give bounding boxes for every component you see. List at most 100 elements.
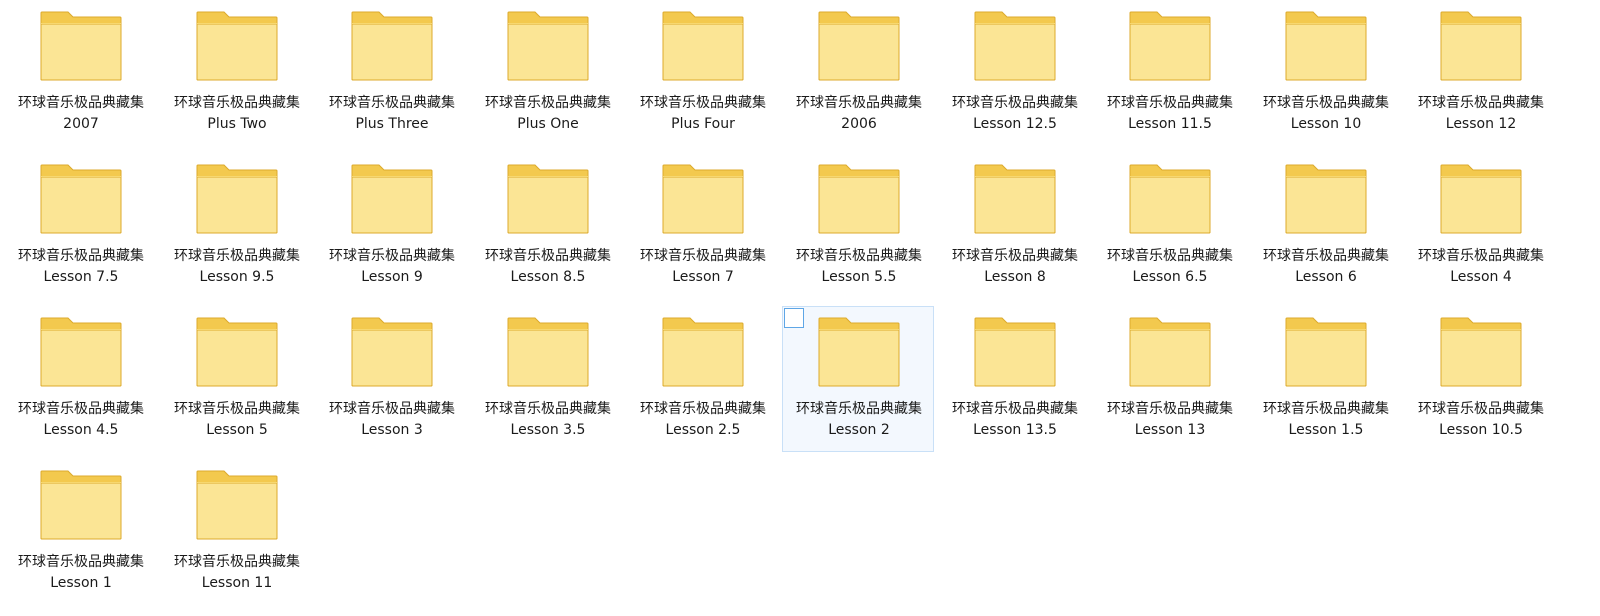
folder-item[interactable]: 环球音乐极品典藏集 2006 (782, 0, 934, 146)
folder-item[interactable]: 环球音乐极品典藏集 Lesson 3 (315, 306, 467, 452)
folder-label: 环球音乐极品典藏集 Lesson 1 (5, 552, 157, 594)
folder-item[interactable]: 环球音乐极品典藏集 Lesson 9.5 (160, 153, 312, 299)
folder-item[interactable]: 环球音乐极品典藏集 Lesson 2.5 (626, 306, 778, 452)
folder-item[interactable]: 环球音乐极品典藏集 Lesson 1.5 (1249, 306, 1401, 452)
folder-label: 环球音乐极品典藏集 Lesson 11.5 (1094, 93, 1246, 135)
folder-item[interactable]: 环球音乐极品典藏集 Lesson 7.5 (4, 153, 156, 299)
folder-item[interactable]: 环球音乐极品典藏集 Lesson 9 (315, 153, 467, 299)
folder-item[interactable]: 环球音乐极品典藏集 Lesson 12.5 (938, 0, 1090, 146)
folder-icon (196, 470, 278, 540)
folder-name-line-2: Lesson 9 (361, 269, 423, 285)
folder-name-line-2: Lesson 12.5 (973, 116, 1057, 132)
folder-icon (40, 11, 122, 81)
folder-name-line-2: Lesson 8 (984, 269, 1046, 285)
folder-name-line-2: Plus One (517, 116, 579, 132)
folder-icon (974, 11, 1056, 81)
folder-name-line-1: 环球音乐极品典藏集 (329, 95, 455, 111)
folder-label: 环球音乐极品典藏集 Lesson 9 (316, 246, 468, 288)
folder-label: 环球音乐极品典藏集 Lesson 10 (1250, 93, 1402, 135)
folder-label: 环球音乐极品典藏集 Lesson 4 (1405, 246, 1557, 288)
folder-name-line-1: 环球音乐极品典藏集 (18, 248, 144, 264)
folder-label: 环球音乐极品典藏集 Lesson 13 (1094, 399, 1246, 441)
folder-label: 环球音乐极品典藏集 Plus Three (316, 93, 468, 135)
folder-name-line-1: 环球音乐极品典藏集 (1107, 248, 1233, 264)
folder-name-line-2: Lesson 10 (1290, 116, 1362, 132)
folder-icon (507, 11, 589, 81)
folder-icon (662, 317, 744, 387)
folder-icon (196, 11, 278, 81)
folder-item[interactable]: 环球音乐极品典藏集 Lesson 11.5 (1093, 0, 1245, 146)
folder-name-line-2: Lesson 3.5 (510, 422, 586, 438)
folder-label: 环球音乐极品典藏集 Lesson 7 (627, 246, 779, 288)
folder-item[interactable]: 环球音乐极品典藏集 Lesson 10.5 (1404, 306, 1556, 452)
folder-item[interactable]: 环球音乐极品典藏集 Lesson 6.5 (1093, 153, 1245, 299)
folder-name-line-2: Plus Two (207, 116, 267, 132)
folder-icon (1129, 11, 1211, 81)
folder-item[interactable]: 环球音乐极品典藏集 Lesson 6 (1249, 153, 1401, 299)
folder-label: 环球音乐极品典藏集 Lesson 8.5 (472, 246, 624, 288)
folder-item[interactable]: 环球音乐极品典藏集 Lesson 3.5 (471, 306, 623, 452)
folder-label: 环球音乐极品典藏集 Lesson 13.5 (939, 399, 1091, 441)
folder-name-line-1: 环球音乐极品典藏集 (329, 401, 455, 417)
folder-label: 环球音乐极品典藏集 Lesson 12.5 (939, 93, 1091, 135)
folder-name-line-1: 环球音乐极品典藏集 (640, 95, 766, 111)
folder-icon (662, 164, 744, 234)
folder-name-line-1: 环球音乐极品典藏集 (952, 95, 1078, 111)
folder-label: 环球音乐极品典藏集 Lesson 4.5 (5, 399, 157, 441)
folder-item[interactable]: 环球音乐极品典藏集 Lesson 8.5 (471, 153, 623, 299)
folder-item[interactable]: 环球音乐极品典藏集 Plus Two (160, 0, 312, 146)
folder-icon (1440, 317, 1522, 387)
folder-name-line-2: Lesson 4 (1450, 269, 1512, 285)
folder-item[interactable]: 环球音乐极品典藏集 Plus One (471, 0, 623, 146)
folder-name-line-1: 环球音乐极品典藏集 (640, 248, 766, 264)
folder-item[interactable]: 环球音乐极品典藏集 Lesson 13.5 (938, 306, 1090, 452)
folder-name-line-1: 环球音乐极品典藏集 (18, 401, 144, 417)
folder-icon (1440, 11, 1522, 81)
folder-icon (1440, 164, 1522, 234)
folder-item[interactable]: 环球音乐极品典藏集 Lesson 10 (1249, 0, 1401, 146)
folder-icon (40, 317, 122, 387)
folder-item[interactable]: 环球音乐极品典藏集 Lesson 1 (4, 459, 156, 605)
folder-name-line-1: 环球音乐极品典藏集 (640, 401, 766, 417)
folder-label: 环球音乐极品典藏集 Lesson 7.5 (5, 246, 157, 288)
folder-label: 环球音乐极品典藏集 Lesson 5.5 (783, 246, 935, 288)
folder-name-line-2: Lesson 2 (828, 422, 890, 438)
folder-name-line-2: Lesson 10.5 (1439, 422, 1523, 438)
folder-item[interactable]: 环球音乐极品典藏集 Lesson 4 (1404, 153, 1556, 299)
folder-name-line-2: Lesson 11 (201, 575, 273, 591)
folder-name-line-2: Plus Three (355, 116, 429, 132)
folder-name-line-2: Lesson 9.5 (199, 269, 275, 285)
folder-item[interactable]: 环球音乐极品典藏集 Lesson 13 (1093, 306, 1245, 452)
folder-name-line-2: Lesson 3 (361, 422, 423, 438)
folder-item[interactable]: 环球音乐极品典藏集 Lesson 8 (938, 153, 1090, 299)
folder-label: 环球音乐极品典藏集 2007 (5, 93, 157, 135)
folder-name-line-2: Lesson 7 (672, 269, 734, 285)
folder-label: 环球音乐极品典藏集 Plus One (472, 93, 624, 135)
folder-name-line-1: 环球音乐极品典藏集 (1263, 248, 1389, 264)
folder-name-line-1: 环球音乐极品典藏集 (1263, 95, 1389, 111)
folder-item[interactable]: 环球音乐极品典藏集 Lesson 7 (626, 153, 778, 299)
folder-name-line-1: 环球音乐极品典藏集 (796, 95, 922, 111)
folder-item[interactable]: 环球音乐极品典藏集 Plus Three (315, 0, 467, 146)
folder-label: 环球音乐极品典藏集 Lesson 8 (939, 246, 1091, 288)
folder-icon (974, 317, 1056, 387)
folder-item[interactable]: 环球音乐极品典藏集 Lesson 11 (160, 459, 312, 605)
folder-name-line-2: Lesson 1.5 (1288, 422, 1364, 438)
folder-item[interactable]: 环球音乐极品典藏集 Plus Four (626, 0, 778, 146)
folder-item[interactable]: 环球音乐极品典藏集 Lesson 5 (160, 306, 312, 452)
folder-label: 环球音乐极品典藏集 Lesson 6 (1250, 246, 1402, 288)
select-checkbox[interactable] (784, 308, 804, 328)
folder-icon (351, 11, 433, 81)
folder-name-line-2: 2006 (841, 116, 877, 132)
folder-label: 环球音乐极品典藏集 Lesson 3.5 (472, 399, 624, 441)
folder-item[interactable]: 环球音乐极品典藏集 Lesson 5.5 (782, 153, 934, 299)
folder-icon (662, 11, 744, 81)
folder-item[interactable]: 环球音乐极品典藏集 Lesson 2 (782, 306, 934, 452)
folder-name-line-1: 环球音乐极品典藏集 (796, 401, 922, 417)
folder-item[interactable]: 环球音乐极品典藏集 2007 (4, 0, 156, 146)
folder-icon (351, 164, 433, 234)
folder-name-line-1: 环球音乐极品典藏集 (485, 248, 611, 264)
folder-item[interactable]: 环球音乐极品典藏集 Lesson 12 (1404, 0, 1556, 146)
folder-name-line-1: 环球音乐极品典藏集 (174, 401, 300, 417)
folder-item[interactable]: 环球音乐极品典藏集 Lesson 4.5 (4, 306, 156, 452)
